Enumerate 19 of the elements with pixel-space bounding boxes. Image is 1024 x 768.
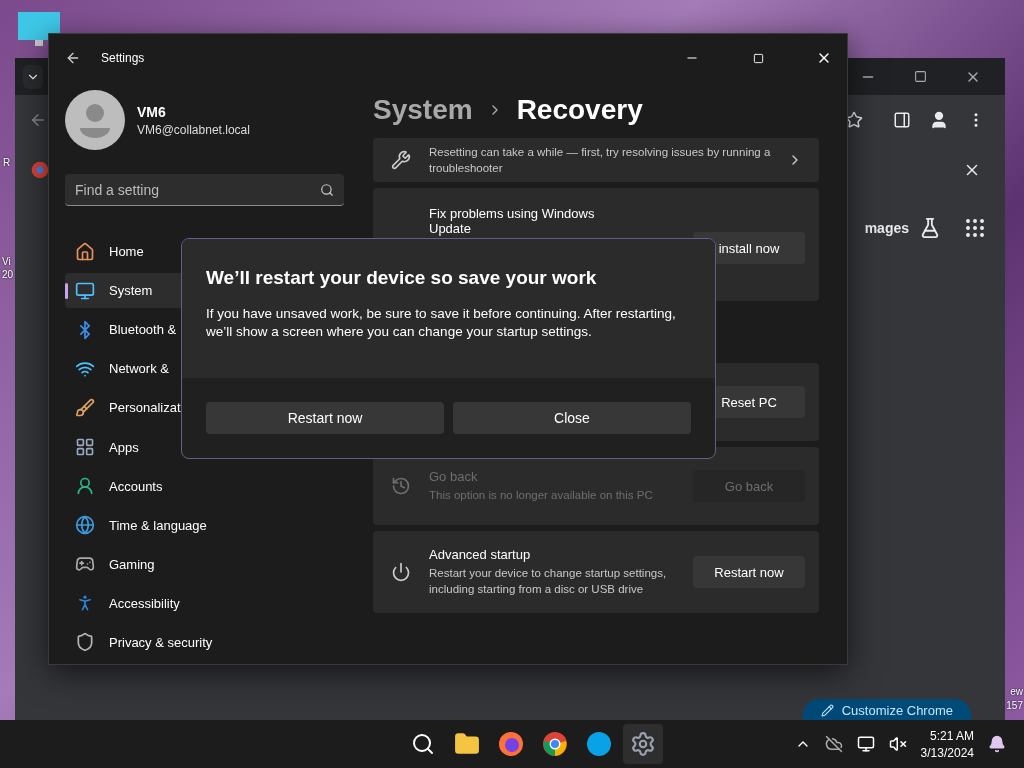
card-title: Advanced startup (429, 547, 532, 562)
time-text: 5:21 AM (929, 728, 974, 743)
desktop-label: ew (1010, 686, 1023, 698)
card-description: Restart your device to change startup settings, including starting from a disc or USB drive (429, 566, 668, 598)
page-title: Recovery (516, 94, 643, 126)
dialog-message: If you have unsaved work, be sure to save it before continuing. After restarting, we’ll show a screen where you can change your startup settings. (206, 305, 677, 342)
date-text: 3/13/2024 (920, 745, 974, 760)
card-title: Fix problems using Windows Update (429, 206, 596, 236)
user-name: VM6 (137, 103, 167, 120)
desktop-label: R (3, 157, 11, 169)
card-title: Go back (429, 468, 479, 484)
desktop-label: 20 (2, 269, 14, 281)
desktop-label: 157 (1006, 700, 1023, 712)
user-email: VM6@collabnet.local (137, 122, 250, 137)
window-title: Settings (101, 51, 145, 65)
card-description: This option is no longer available on this PC (429, 487, 654, 503)
desktop-label: Vi (2, 256, 11, 268)
dialog-title: We’ll restart your device so save your work (206, 267, 598, 289)
card-description: Resetting can take a while — first, try resolving issues by running a troubleshooter (429, 144, 771, 176)
